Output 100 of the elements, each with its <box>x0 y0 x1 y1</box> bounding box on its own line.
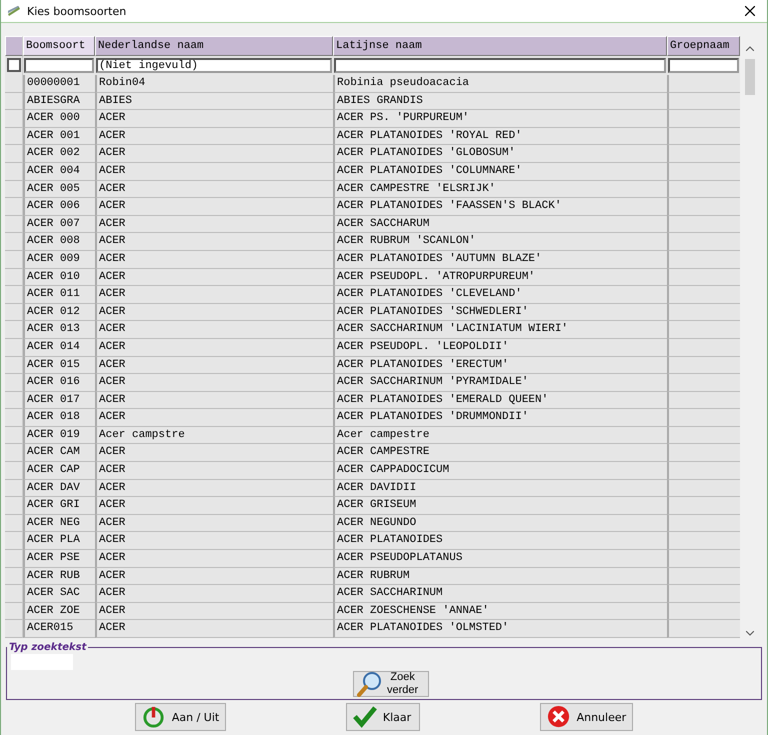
table-cell: ACER <box>95 110 333 128</box>
scroll-up-icon[interactable] <box>746 46 754 51</box>
table-cell: ACER RUB <box>23 568 95 586</box>
action-button[interactable]: Klaar <box>346 703 420 731</box>
row-header[interactable] <box>5 198 23 216</box>
table-cell: ACER <box>95 268 333 286</box>
table-cell: ACER SACCHARINUM <box>333 585 667 603</box>
row-header[interactable] <box>5 321 23 339</box>
table-cell: ACER 019 <box>23 426 95 444</box>
filter-field[interactable] <box>334 58 666 73</box>
row-header[interactable] <box>5 585 23 603</box>
table-cell: ACER 008 <box>23 233 95 251</box>
table-cell: ACER <box>95 216 333 234</box>
row-header[interactable] <box>5 602 23 620</box>
table-cell: ACER 015 <box>23 356 95 374</box>
table-cell: ACER PSEUDOPLATANUS <box>333 550 667 568</box>
corner-header[interactable] <box>5 36 23 56</box>
table-cell: ACER GRISEUM <box>333 497 667 515</box>
table-cell: ACER ZOE <box>23 602 95 620</box>
row-header[interactable] <box>5 532 23 550</box>
table-cell: ACER 013 <box>23 321 95 339</box>
row-header[interactable] <box>5 550 23 568</box>
row-header[interactable] <box>5 620 23 638</box>
table-cell: ACER <box>95 409 333 427</box>
search-button[interactable]: Zoek verder <box>353 671 429 697</box>
table-cell: ACER015 <box>23 620 95 638</box>
row-header[interactable] <box>5 568 23 586</box>
row-header[interactable] <box>5 409 23 427</box>
row-header[interactable] <box>5 497 23 515</box>
row-header[interactable] <box>5 162 23 181</box>
table-cell: ACER PLATANOIDES 'ROYAL RED' <box>333 128 667 146</box>
table-cell: ABIES <box>95 92 333 110</box>
row-header[interactable] <box>5 92 23 110</box>
row-header[interactable] <box>5 233 23 251</box>
row-header[interactable] <box>5 128 23 146</box>
row-header[interactable] <box>5 374 23 392</box>
table-cell: Robinia pseudoacacia <box>333 75 667 93</box>
row-header[interactable] <box>5 145 23 163</box>
row-header[interactable] <box>5 110 23 128</box>
row-header[interactable] <box>5 426 23 444</box>
table-cell: ACER CAM <box>23 444 95 462</box>
row-header[interactable] <box>5 392 23 410</box>
table-cell: ACER 001 <box>23 128 95 146</box>
row-header[interactable] <box>5 250 23 269</box>
table-cell: ACER <box>95 198 333 216</box>
table-cell: ACER PLATANOIDES 'SCHWEDLERI' <box>333 304 667 322</box>
table-cell: ACER DAV <box>23 480 95 498</box>
table-cell: ACER PLATANOIDES 'CLEVELAND' <box>333 286 667 304</box>
row-header[interactable] <box>5 180 23 198</box>
table-cell: ACER <box>95 532 333 550</box>
row-header[interactable] <box>5 356 23 374</box>
filter-checkbox[interactable] <box>7 58 21 72</box>
row-header[interactable] <box>5 462 23 480</box>
row-header[interactable] <box>5 514 23 532</box>
table-cell: ACER PSEUDOPL. 'LEOPOLDII' <box>333 338 667 356</box>
table-cell: ACER 000 <box>23 110 95 128</box>
table-cell: ACER <box>95 568 333 586</box>
scroll-thumb[interactable] <box>745 59 755 95</box>
table-cell: ACER 004 <box>23 162 95 181</box>
row-header[interactable] <box>5 444 23 462</box>
row-header[interactable] <box>5 304 23 322</box>
table-cell: ACER PSE <box>23 550 95 568</box>
table-cell: ACER PLATANOIDES 'GLOBOSUM' <box>333 145 667 163</box>
table-cell: ACER 012 <box>23 304 95 322</box>
table-cell: ACER <box>95 602 333 620</box>
table-cell: ACER SACCHARUM <box>333 216 667 234</box>
search-icon <box>357 671 383 697</box>
column-header[interactable]: Nederlandse naam <box>95 36 333 56</box>
table-cell: ACER 006 <box>23 198 95 216</box>
table-cell: ACER <box>95 338 333 356</box>
column-header[interactable]: Groepnaam <box>667 36 740 56</box>
row-header[interactable] <box>5 338 23 356</box>
column-header[interactable]: Boomsoort <box>23 36 95 56</box>
column-header[interactable]: Latijnse naam <box>333 36 667 56</box>
window-title: Kies boomsoorten <box>27 4 128 18</box>
table-cell: Acer campstre <box>95 426 333 444</box>
filter-field[interactable] <box>668 58 739 73</box>
table-cell: Acer campestre <box>333 426 667 444</box>
table-cell: ACER <box>95 250 333 269</box>
table-cell: ACER <box>95 321 333 339</box>
table-cell: ACER PLATANOIDES 'ERECTUM' <box>333 356 667 374</box>
table-cell: ACER 002 <box>23 145 95 163</box>
table-cell: ACER <box>95 480 333 498</box>
table-cell: ACER RUBRUM 'SCANLON' <box>333 233 667 251</box>
table-cell: ACER DAVIDII <box>333 480 667 498</box>
filter-field[interactable] <box>24 58 94 73</box>
table-cell: ACER PLATANOIDES 'EMERALD QUEEN' <box>333 392 667 410</box>
table-cell: ACER CAMPESTRE <box>333 444 667 462</box>
table-cell: ACER PSEUDOPL. 'ATROPURPUREUM' <box>333 268 667 286</box>
row-header[interactable] <box>5 268 23 286</box>
row-header[interactable] <box>5 216 23 234</box>
row-header[interactable] <box>5 286 23 304</box>
table-cell: ACER <box>95 374 333 392</box>
row-header[interactable] <box>5 480 23 498</box>
table-cell: ABIES GRANDIS <box>333 92 667 110</box>
table-cell: ACER <box>95 145 333 163</box>
action-button[interactable]: Annuleer <box>540 703 634 731</box>
action-button[interactable]: Aan / Uit <box>134 703 226 731</box>
scroll-down-icon[interactable] <box>746 631 754 636</box>
table-cell: ABIESGRA <box>23 92 95 110</box>
